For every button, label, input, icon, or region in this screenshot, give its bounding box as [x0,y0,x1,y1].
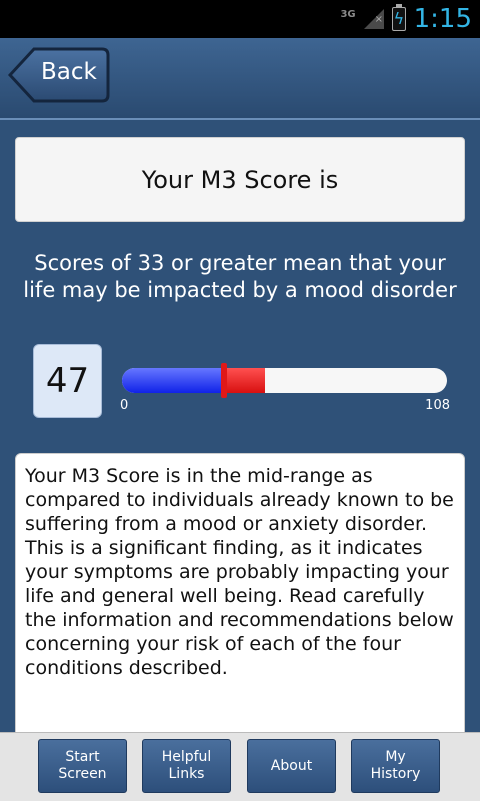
score-min-label: 0 [120,398,129,413]
title-bar: Back [0,38,480,120]
helpful-links-button[interactable]: Helpful Links [142,739,231,793]
score-marker [221,363,227,398]
status-bar: 3G × ϟ 1:15 [0,0,480,38]
score-threshold-text: Scores of 33 or greater mean that your l… [23,251,457,302]
score-value: 47 [33,344,102,418]
score-bar-red-segment [222,368,265,393]
signal-icon: × [363,9,384,29]
network-type: 3G [340,8,356,20]
score-heading: Your M3 Score is [15,137,465,222]
back-button[interactable]: Back [8,47,110,103]
score-max-label: 108 [425,398,450,413]
score-screen: Your M3 Score is Scores of 33 or greater… [0,120,480,738]
score-bar-fill [122,368,222,393]
my-history-button[interactable]: My History [351,739,440,793]
start-screen-button[interactable]: Start Screen [38,739,127,793]
back-label: Back [41,59,97,85]
clock: 1:15 [413,4,472,34]
battery-charging-icon: ϟ [391,4,406,31]
bottom-nav: Start Screen Helpful Links About My Hist… [0,732,480,801]
about-button[interactable]: About [247,739,336,793]
score-bar [122,368,447,393]
status-icons: 3G × ϟ 1:15 [340,4,472,34]
result-description: Your M3 Score is in the mid-range as com… [15,453,465,738]
